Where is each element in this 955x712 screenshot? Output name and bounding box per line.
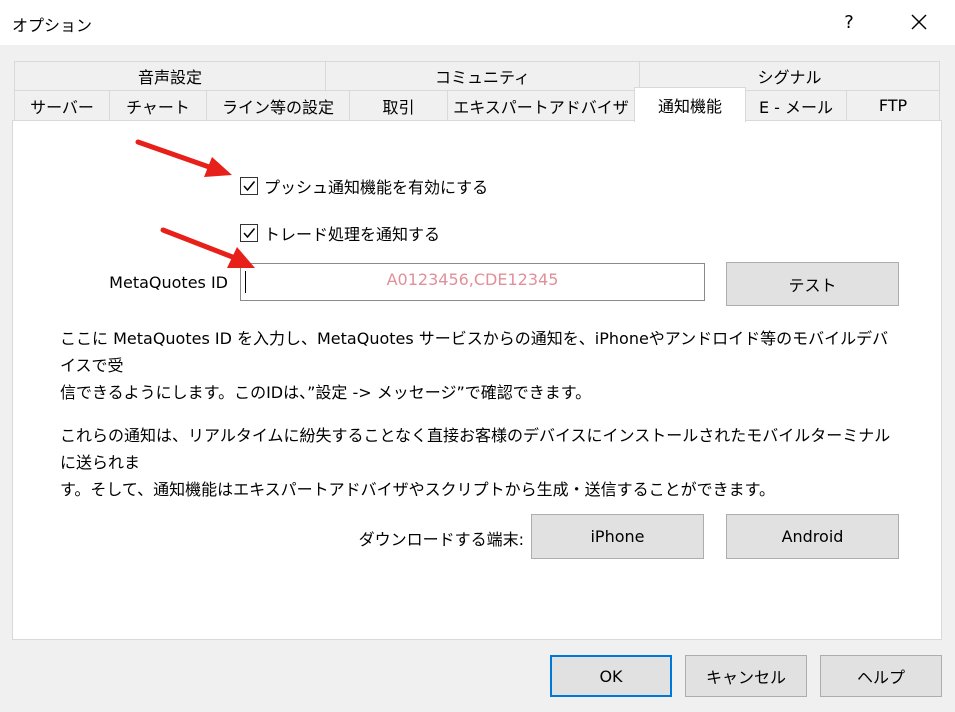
cancel-button-label: キャンセル <box>705 668 786 687</box>
tab-expert-advisors[interactable]: エキスパートアドバイザ <box>447 90 635 121</box>
help-button-label: ヘルプ <box>856 668 905 687</box>
push-notification-checkbox[interactable] <box>240 177 258 195</box>
iphone-download-button[interactable]: iPhone <box>531 514 704 559</box>
tab-label: エキスパートアドバイザ <box>453 97 629 117</box>
description-id-info: ここに MetaQuotes ID を入力し、MetaQuotes サービスから… <box>60 325 900 406</box>
tab-sound-settings[interactable]: 音声設定 <box>14 61 326 91</box>
tab-chart[interactable]: チャート <box>109 90 207 121</box>
cancel-button[interactable]: キャンセル <box>685 655 807 697</box>
tab-label: FTP <box>878 96 908 115</box>
description-line: す。そして、通知機能はエキスパートアドバイザやスクリプトから生成・送信することが… <box>60 480 776 499</box>
tab-label: サーバー <box>30 97 94 117</box>
push-notification-option[interactable]: プッシュ通知機能を有効にする <box>240 174 488 198</box>
tab-ftp[interactable]: FTP <box>846 90 940 121</box>
tab-label: コミュニティ <box>434 68 531 87</box>
trade-notification-option[interactable]: トレード処理を通知する <box>240 221 440 245</box>
description-line: これらの通知は、リアルタイムに紛失することなく直接お客様のデバイスにインストール… <box>60 426 891 472</box>
checkmark-icon <box>243 181 256 192</box>
description-line: 信できるようにします。このIDは、”設定 -> メッセージ”で確認できます。 <box>60 383 592 402</box>
tab-notifications[interactable]: 通知機能 <box>634 87 746 122</box>
window-title: オプション <box>12 16 93 35</box>
tab-label: 通知機能 <box>657 97 722 116</box>
tab-trade[interactable]: 取引 <box>349 90 448 121</box>
trade-notification-label: トレード処理を通知する <box>264 225 441 244</box>
test-button-label: テスト <box>788 276 837 295</box>
test-button[interactable]: テスト <box>726 262 899 306</box>
iphone-button-label: iPhone <box>590 527 645 546</box>
annotation-arrow-icon <box>160 227 255 268</box>
tab-line-settings[interactable]: ライン等の設定 <box>206 90 350 121</box>
metaquotes-id-input[interactable] <box>240 263 705 301</box>
tab-label: シグナル <box>757 68 822 87</box>
tab-email[interactable]: E - メール <box>745 90 847 121</box>
push-notification-label: プッシュ通知機能を有効にする <box>264 178 489 197</box>
tab-label: 取引 <box>382 97 415 117</box>
tab-community[interactable]: コミュニティ <box>325 61 640 91</box>
tab-label: ライン等の設定 <box>221 97 334 117</box>
close-button[interactable] <box>896 4 942 40</box>
description-line: ここに MetaQuotes ID を入力し、MetaQuotes サービスから… <box>60 329 889 375</box>
close-icon <box>911 14 927 30</box>
help-title-label: ? <box>844 11 854 33</box>
ok-button[interactable]: OK <box>550 655 672 697</box>
help-button[interactable]: ヘルプ <box>820 655 942 697</box>
help-title-button[interactable]: ? <box>826 4 872 40</box>
description-notification-info: これらの通知は、リアルタイムに紛失することなく直接お客様のデバイスにインストール… <box>60 422 900 503</box>
android-button-label: Android <box>781 527 844 546</box>
ok-button-label: OK <box>599 666 623 686</box>
tab-label: E - メール <box>758 97 834 117</box>
tab-label: 音声設定 <box>137 68 202 87</box>
tab-label: チャート <box>126 97 190 117</box>
tab-server[interactable]: サーバー <box>14 90 110 121</box>
title-bar: オプション ? <box>0 0 955 45</box>
annotation-arrow-icon <box>135 139 232 177</box>
download-terminal-label: ダウンロードする端末: <box>358 530 524 549</box>
android-download-button[interactable]: Android <box>726 514 899 559</box>
